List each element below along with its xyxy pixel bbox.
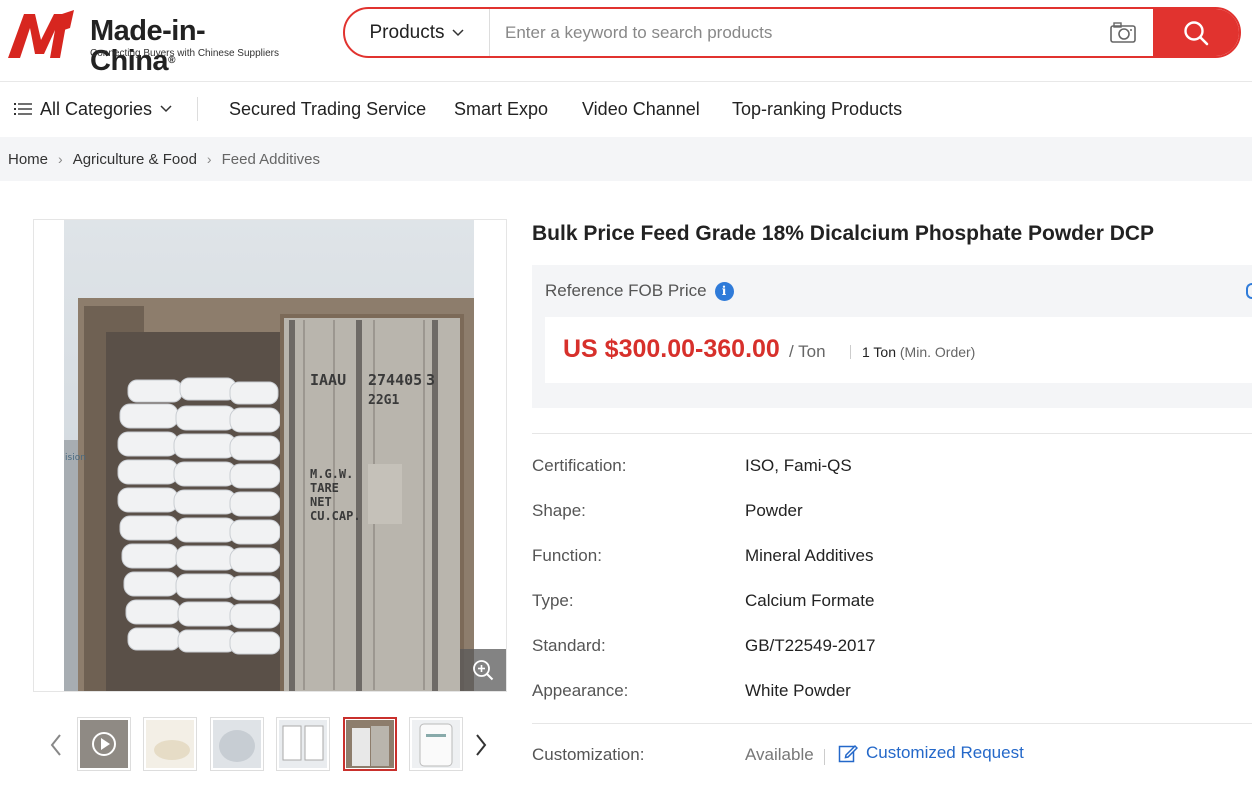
customized-request-label: Customized Request xyxy=(866,743,1024,762)
attr-row-certification: Certification: ISO, Fami-QS xyxy=(532,456,1252,486)
svg-text:22G1: 22G1 xyxy=(368,393,399,408)
customization-available: Available xyxy=(745,745,814,764)
price-box: Reference FOB Price i US $300.00-360.00 … xyxy=(532,265,1252,408)
price-unit: / Ton xyxy=(789,342,826,361)
bag-thumbnail xyxy=(213,720,261,768)
logo-text: Made-in-China® xyxy=(90,15,206,77)
attr-value: Mineral Additives xyxy=(745,546,874,565)
svg-text:TARE: TARE xyxy=(310,481,339,495)
attr-row-standard: Standard: GB/T22549-2017 xyxy=(532,636,1252,666)
price-divider xyxy=(850,345,851,359)
nav-link-secured-trading[interactable]: Secured Trading Service xyxy=(229,83,426,135)
all-categories-menu[interactable]: All Categories xyxy=(14,83,172,135)
attr-key: Type: xyxy=(532,591,574,610)
all-categories-label: All Categories xyxy=(40,98,153,119)
attr-value: Powder xyxy=(745,501,803,520)
chevron-down-icon xyxy=(452,28,465,36)
nav-divider xyxy=(197,97,198,121)
thumbnail-6[interactable] xyxy=(409,717,463,771)
customization-key: Customization: xyxy=(532,745,645,764)
svg-text:3: 3 xyxy=(426,371,435,389)
customization-row: Customization: Available Customized Requ… xyxy=(532,743,1252,775)
breadcrumb-feed-additives[interactable]: Feed Additives xyxy=(222,151,320,168)
product-title: Bulk Price Feed Grade 18% Dicalcium Phos… xyxy=(532,222,1155,245)
partial-icon[interactable] xyxy=(1246,283,1252,299)
list-menu-icon xyxy=(14,103,32,115)
site-header: Made-in-China® Connecting Buyers with Ch… xyxy=(0,0,1252,82)
min-order-note: (Min. Order) xyxy=(899,344,976,360)
nav-link-top-ranking[interactable]: Top-ranking Products xyxy=(732,83,902,135)
container-thumbnail xyxy=(346,720,394,768)
sack-thumbnail xyxy=(412,720,460,768)
attr-row-shape: Shape: Powder xyxy=(532,501,1252,531)
chevron-left-icon xyxy=(50,734,61,756)
edit-icon xyxy=(838,744,858,763)
chevron-right-icon xyxy=(476,734,487,756)
main-nav: All Categories Secured Trading Service S… xyxy=(0,83,1252,135)
customized-request-link[interactable]: Customized Request xyxy=(838,743,1024,763)
breadcrumb-home[interactable]: Home xyxy=(8,151,48,168)
attr-row-function: Function: Mineral Additives xyxy=(532,546,1252,576)
thumbnail-4[interactable] xyxy=(276,717,330,771)
shipping-container-photo: IAAU 274405 3 22G1 M.G.W. TARE NET CU.CA… xyxy=(34,220,506,691)
thumbnail-strip xyxy=(44,717,504,773)
thumb-prev-button[interactable] xyxy=(44,727,68,763)
price-label: Reference FOB Price i xyxy=(545,281,734,301)
video-thumbnail xyxy=(80,720,128,768)
powder-thumbnail xyxy=(146,720,194,768)
attr-key: Certification: xyxy=(532,456,627,475)
thumbnail-5-active[interactable] xyxy=(343,717,397,771)
attr-key: Function: xyxy=(532,546,602,565)
svg-text:M.G.W.: M.G.W. xyxy=(310,467,353,481)
svg-text:274405: 274405 xyxy=(368,371,422,389)
svg-text:NET: NET xyxy=(310,495,332,509)
attr-value: White Powder xyxy=(745,681,851,700)
attr-key: Shape: xyxy=(532,501,586,520)
thumbnail-3[interactable] xyxy=(210,717,264,771)
attr-row-type: Type: Calcium Formate xyxy=(532,591,1252,621)
divider xyxy=(532,723,1252,724)
customization-divider xyxy=(824,749,825,765)
bags-thumbnail xyxy=(279,720,327,768)
price-value: US $300.00-360.00 xyxy=(563,335,780,363)
svg-text:ision: ision xyxy=(65,453,86,463)
chevron-down-icon xyxy=(160,105,172,113)
attr-row-appearance: Appearance: White Powder xyxy=(532,681,1252,711)
thumbnail-2[interactable] xyxy=(143,717,197,771)
nav-link-smart-expo[interactable]: Smart Expo xyxy=(454,83,548,135)
search-input[interactable] xyxy=(491,9,1101,56)
info-icon[interactable]: i xyxy=(714,281,734,301)
chevron-right-icon: › xyxy=(58,151,63,167)
attr-value: ISO, Fami-QS xyxy=(745,456,852,475)
price-label-text: Reference FOB Price xyxy=(545,281,707,300)
svg-text:CU.CAP.: CU.CAP. xyxy=(310,509,361,523)
nav-link-video-channel[interactable]: Video Channel xyxy=(582,83,700,135)
breadcrumb: Home › Agriculture & Food › Feed Additiv… xyxy=(0,137,1252,181)
search-category-label: Products xyxy=(369,21,445,43)
min-order: 1 Ton (Min. Order) xyxy=(862,344,975,360)
attr-key: Standard: xyxy=(532,636,606,655)
attr-value: GB/T22549-2017 xyxy=(745,636,876,655)
min-order-value: 1 Ton xyxy=(862,344,896,360)
search-icon xyxy=(1184,20,1209,45)
site-logo[interactable]: Made-in-China® Connecting Buyers with Ch… xyxy=(8,8,288,76)
breadcrumb-agriculture-food[interactable]: Agriculture & Food xyxy=(73,151,197,168)
chevron-right-icon: › xyxy=(206,151,212,167)
thumb-next-button[interactable] xyxy=(469,727,493,763)
logo-tagline: Connecting Buyers with Chinese Suppliers xyxy=(90,48,279,59)
attr-value: Calcium Formate xyxy=(745,591,875,610)
search-bar: Products xyxy=(343,7,1241,58)
divider xyxy=(532,433,1252,434)
price-panel: US $300.00-360.00 / Ton 1 Ton (Min. Orde… xyxy=(545,317,1252,383)
zoom-button[interactable] xyxy=(460,649,506,691)
product-main-image[interactable]: IAAU 274405 3 22G1 M.G.W. TARE NET CU.CA… xyxy=(33,219,507,692)
search-button[interactable] xyxy=(1153,9,1239,56)
camera-icon[interactable] xyxy=(1109,21,1137,45)
search-category-select[interactable]: Products xyxy=(345,9,490,56)
svg-text:IAAU: IAAU xyxy=(310,371,346,389)
attr-key: Appearance: xyxy=(532,681,629,700)
zoom-in-icon xyxy=(473,660,494,681)
thumbnail-video[interactable] xyxy=(77,717,131,771)
logo-mark-icon xyxy=(8,10,74,58)
